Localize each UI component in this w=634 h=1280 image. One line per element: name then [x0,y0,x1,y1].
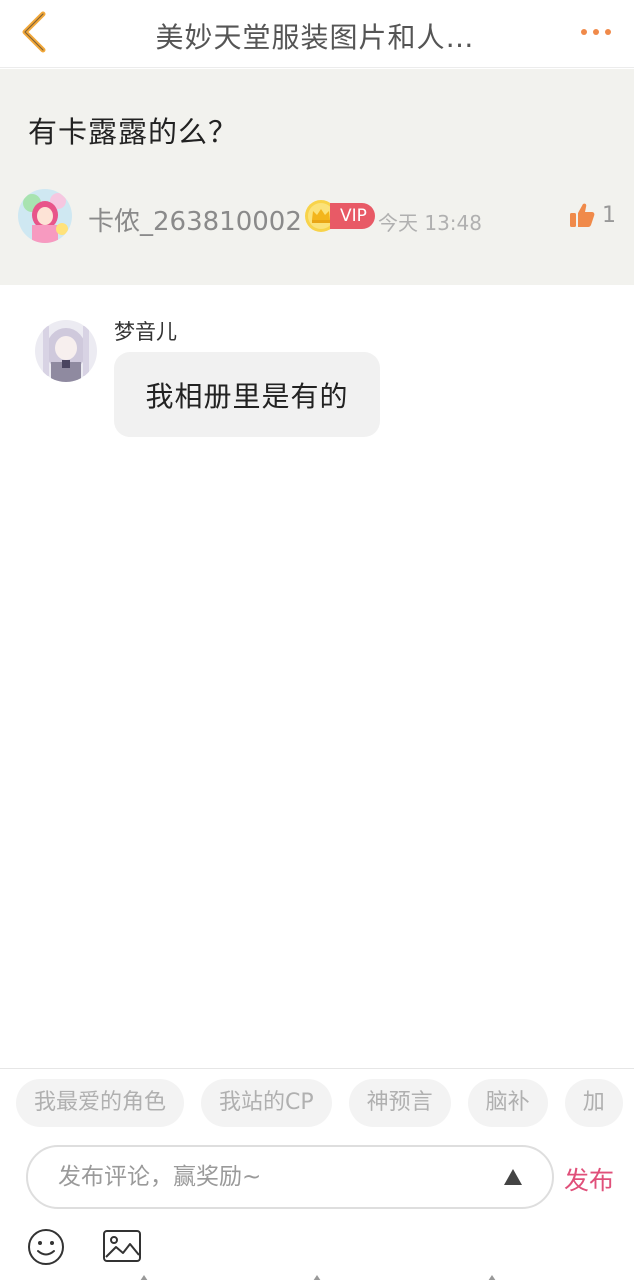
comment-input[interactable] [58,1159,478,1195]
like-count: 1 [602,203,616,228]
quick-tag[interactable]: 我最爱的角色 [16,1079,185,1127]
smiley-icon[interactable] [26,1227,66,1267]
system-nav-hint [140,1275,496,1280]
page-title: 美妙天堂服装图片和人… [155,21,475,54]
quick-tag[interactable]: 加 [564,1079,623,1127]
post-author-name[interactable]: 卡侬_263810002 [88,201,302,238]
comment-input-box[interactable] [26,1145,554,1209]
comment-author-name[interactable]: 梦音儿 [114,316,177,346]
anime-girl-avatar-icon [18,189,72,243]
post-text: 有卡露露的么？ [28,115,239,149]
send-button[interactable]: 发布 [564,1161,614,1197]
vip-badge: VIP [330,203,375,229]
anime-girl-avatar-icon [35,320,97,382]
comment-author-avatar[interactable] [35,320,97,382]
quick-tag[interactable]: 我站的CP [201,1079,332,1127]
chevron-left-icon [22,11,46,53]
quick-tag[interactable]: 脑补 [467,1079,548,1127]
more-button[interactable] [576,14,616,50]
triangle-up-icon[interactable] [502,1167,524,1187]
back-button[interactable] [14,8,54,56]
post-timestamp: 今天 13:48 [378,211,482,235]
comment-composer: 我最爱的角色 我站的CP 神预言 脑补 加 发布 [0,1068,634,1280]
post-author-avatar[interactable] [18,189,72,243]
quick-tags: 我最爱的角色 我站的CP 神预言 脑补 加 [16,1079,634,1129]
comment-bubble[interactable]: 我相册里是有的 [114,352,380,437]
top-bar: 美妙天堂服装图片和人… [0,0,634,68]
thumbs-up-icon[interactable] [568,201,596,229]
image-icon[interactable] [102,1229,142,1263]
more-dots-icon [581,29,611,35]
quick-tag[interactable]: 神预言 [348,1079,451,1127]
comment-text: 我相册里是有的 [145,379,349,413]
original-post: 有卡露露的么？ 卡侬_263810002 VIP 今天 13:48 1 [0,69,634,285]
